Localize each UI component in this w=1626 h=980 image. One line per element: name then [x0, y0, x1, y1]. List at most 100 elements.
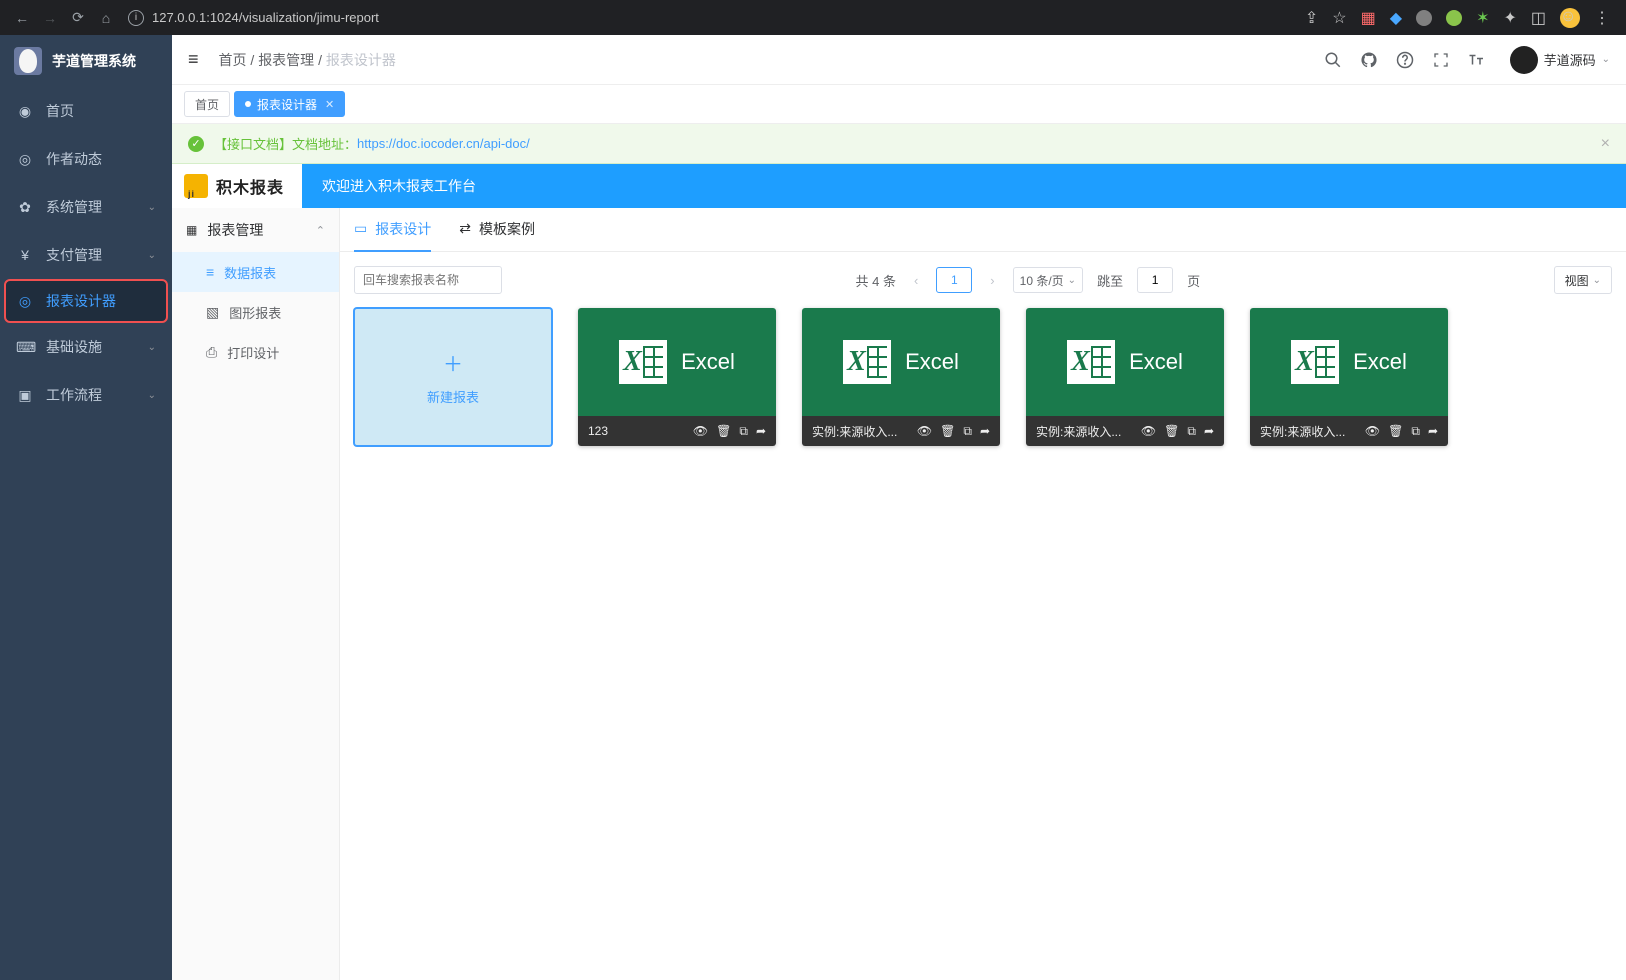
chevron-down-icon: ⌄: [148, 202, 156, 213]
alert-banner: ✓ 【接口文档】文档地址： https://doc.iocoder.cn/api…: [172, 124, 1626, 164]
delete-icon[interactable]: 🗑: [940, 424, 955, 439]
delete-icon[interactable]: 🗑: [1388, 424, 1403, 439]
preview-icon[interactable]: 👁: [693, 424, 708, 439]
delete-icon[interactable]: 🗑: [1164, 424, 1179, 439]
report-card[interactable]: Excel 实例:来源收入... 👁 🗑 ⧉ ➦: [1250, 308, 1448, 446]
toolbar-row: 共 4 条 ‹ › 10 条/页 ⌄ 跳至 页 视图: [340, 252, 1626, 308]
alert-close-icon[interactable]: ×: [1601, 135, 1610, 153]
bookmark-icon[interactable]: ☆: [1332, 8, 1346, 28]
card-actions: 👁 🗑 ⧉ ➦: [1141, 424, 1214, 439]
yen-icon: ¥: [16, 247, 34, 263]
copy-icon[interactable]: ⧉: [1187, 424, 1196, 439]
gear-icon: ✿: [16, 199, 34, 216]
sub-tab-report-design[interactable]: ▭ 报表设计: [354, 208, 431, 252]
github-icon[interactable]: [1358, 49, 1380, 71]
page-current-input[interactable]: [936, 267, 972, 293]
tab-home[interactable]: 首页: [184, 91, 230, 117]
help-icon[interactable]: [1394, 49, 1416, 71]
sub-tab-template-sample[interactable]: ⇄ 模板案例: [459, 208, 535, 252]
sidebar-item-payment[interactable]: ¥ 支付管理 ⌄: [0, 231, 172, 279]
tab-report-designer[interactable]: 报表设计器 ✕: [234, 91, 345, 117]
card-actions: 👁 🗑 ⧉ ➦: [917, 424, 990, 439]
alert-link[interactable]: https://doc.iocoder.cn/api-doc/: [357, 136, 530, 151]
forward-button[interactable]: →: [36, 4, 64, 32]
delete-icon[interactable]: 🗑: [716, 424, 731, 439]
extension-icon-2[interactable]: ◆: [1390, 8, 1402, 28]
share-icon[interactable]: ➦: [980, 424, 990, 439]
close-icon[interactable]: ✕: [325, 98, 334, 111]
left-panel-header[interactable]: ▦ 报表管理 ⌃: [172, 208, 339, 252]
fullscreen-icon[interactable]: [1430, 49, 1452, 71]
copy-icon[interactable]: ⧉: [739, 424, 748, 439]
new-report-card[interactable]: ＋ 新建报表: [354, 308, 552, 446]
sidebar-item-system[interactable]: ✿ 系统管理 ⌄: [0, 183, 172, 231]
user-name: 芋道源码: [1544, 50, 1596, 69]
preview-icon[interactable]: 👁: [1141, 424, 1156, 439]
crumb-home[interactable]: 首页: [219, 52, 247, 68]
crumb-report-mgmt[interactable]: 报表管理: [258, 52, 314, 68]
extensions-puzzle-icon[interactable]: ✦: [1503, 8, 1516, 28]
jimu-logo-icon: [184, 174, 208, 198]
home-button[interactable]: ⌂: [92, 4, 120, 32]
card-title: 123: [588, 424, 693, 438]
card-footer: 实例:来源收入... 👁 🗑 ⧉ ➦: [1026, 416, 1224, 446]
extension-dot-2[interactable]: [1446, 10, 1462, 26]
report-card[interactable]: Excel 123 👁 🗑 ⧉ ➦: [578, 308, 776, 446]
sidebar-item-home[interactable]: ◉ 首页: [0, 87, 172, 135]
extension-icon-3[interactable]: ✶: [1476, 8, 1489, 28]
left-panel-item-data-report[interactable]: ≡ 数据报表: [172, 252, 339, 292]
share-icon[interactable]: ⇪: [1305, 8, 1318, 28]
copy-icon[interactable]: ⧉: [963, 424, 972, 439]
profile-avatar[interactable]: ☺: [1560, 8, 1580, 28]
page-prev[interactable]: ‹: [910, 273, 922, 288]
report-cards-grid: ＋ 新建报表 Excel 123 👁 🗑: [340, 308, 1626, 446]
share-icon[interactable]: ➦: [1428, 424, 1438, 439]
page-size-select[interactable]: 10 条/页 ⌄: [1013, 267, 1083, 293]
list-icon: ≡: [206, 264, 214, 280]
breadcrumb: 首页 / 报表管理 / 报表设计器: [219, 50, 1322, 70]
excel-icon: [1067, 340, 1115, 384]
page-next[interactable]: ›: [986, 273, 998, 288]
card-footer: 实例:来源收入... 👁 🗑 ⧉ ➦: [1250, 416, 1448, 446]
jump-label: 跳至: [1097, 271, 1123, 290]
page-jump-input[interactable]: [1137, 267, 1173, 293]
card-cover: Excel: [802, 308, 1000, 416]
chevron-down-icon: ⌄: [1068, 275, 1076, 286]
sidebar-item-report-designer[interactable]: ◎ 报表设计器: [4, 279, 168, 323]
search-icon[interactable]: [1322, 49, 1344, 71]
extension-dot-1[interactable]: [1416, 10, 1432, 26]
dashboard-icon: ◉: [16, 103, 34, 120]
left-panel-item-print-design[interactable]: ⎙ 打印设计: [172, 332, 339, 372]
share-icon[interactable]: ➦: [756, 424, 766, 439]
site-info-icon: i: [128, 10, 144, 26]
printer-icon: ⎙: [206, 344, 217, 361]
panel-icon[interactable]: ◫: [1531, 8, 1546, 28]
total-count: 共 4 条: [855, 271, 895, 290]
sub-tabs: ▭ 报表设计 ⇄ 模板案例: [340, 208, 1626, 252]
hamburger-icon[interactable]: ≡: [188, 49, 199, 70]
report-card[interactable]: Excel 实例:来源收入... 👁 🗑 ⧉ ➦: [802, 308, 1000, 446]
page-tabs: 首页 报表设计器 ✕: [172, 85, 1626, 124]
sidebar-item-infra[interactable]: ⌨ 基础设施 ⌄: [0, 323, 172, 371]
search-input[interactable]: [354, 266, 502, 294]
url-bar[interactable]: i 127.0.0.1:1024/visualization/jimu-repo…: [128, 10, 1297, 26]
user-menu[interactable]: 芋道源码 ⌄: [1510, 46, 1610, 74]
kebab-menu-icon[interactable]: ⋮: [1594, 8, 1610, 28]
main-area: ≡ 首页 / 报表管理 / 报表设计器: [172, 35, 1626, 980]
back-button[interactable]: ←: [8, 4, 36, 32]
extension-icon[interactable]: ▦: [1361, 8, 1376, 28]
report-card[interactable]: Excel 实例:来源收入... 👁 🗑 ⧉ ➦: [1026, 308, 1224, 446]
sidebar-item-workflow[interactable]: ▣ 工作流程 ⌄: [0, 371, 172, 419]
share-icon[interactable]: ➦: [1204, 424, 1214, 439]
app-logo-row[interactable]: 芋道管理系统: [0, 35, 172, 87]
view-toggle[interactable]: 视图 ⌄: [1554, 266, 1612, 294]
preview-icon[interactable]: 👁: [917, 424, 932, 439]
font-size-icon[interactable]: [1466, 49, 1488, 71]
sidebar-item-author[interactable]: ◎ 作者动态: [0, 135, 172, 183]
card-actions: 👁 🗑 ⧉ ➦: [1365, 424, 1438, 439]
copy-icon[interactable]: ⧉: [1411, 424, 1420, 439]
reload-button[interactable]: ⟳: [64, 4, 92, 32]
app-logo-icon: [14, 47, 42, 75]
preview-icon[interactable]: 👁: [1365, 424, 1380, 439]
left-panel-item-chart-report[interactable]: ▧ 图形报表: [172, 292, 339, 332]
